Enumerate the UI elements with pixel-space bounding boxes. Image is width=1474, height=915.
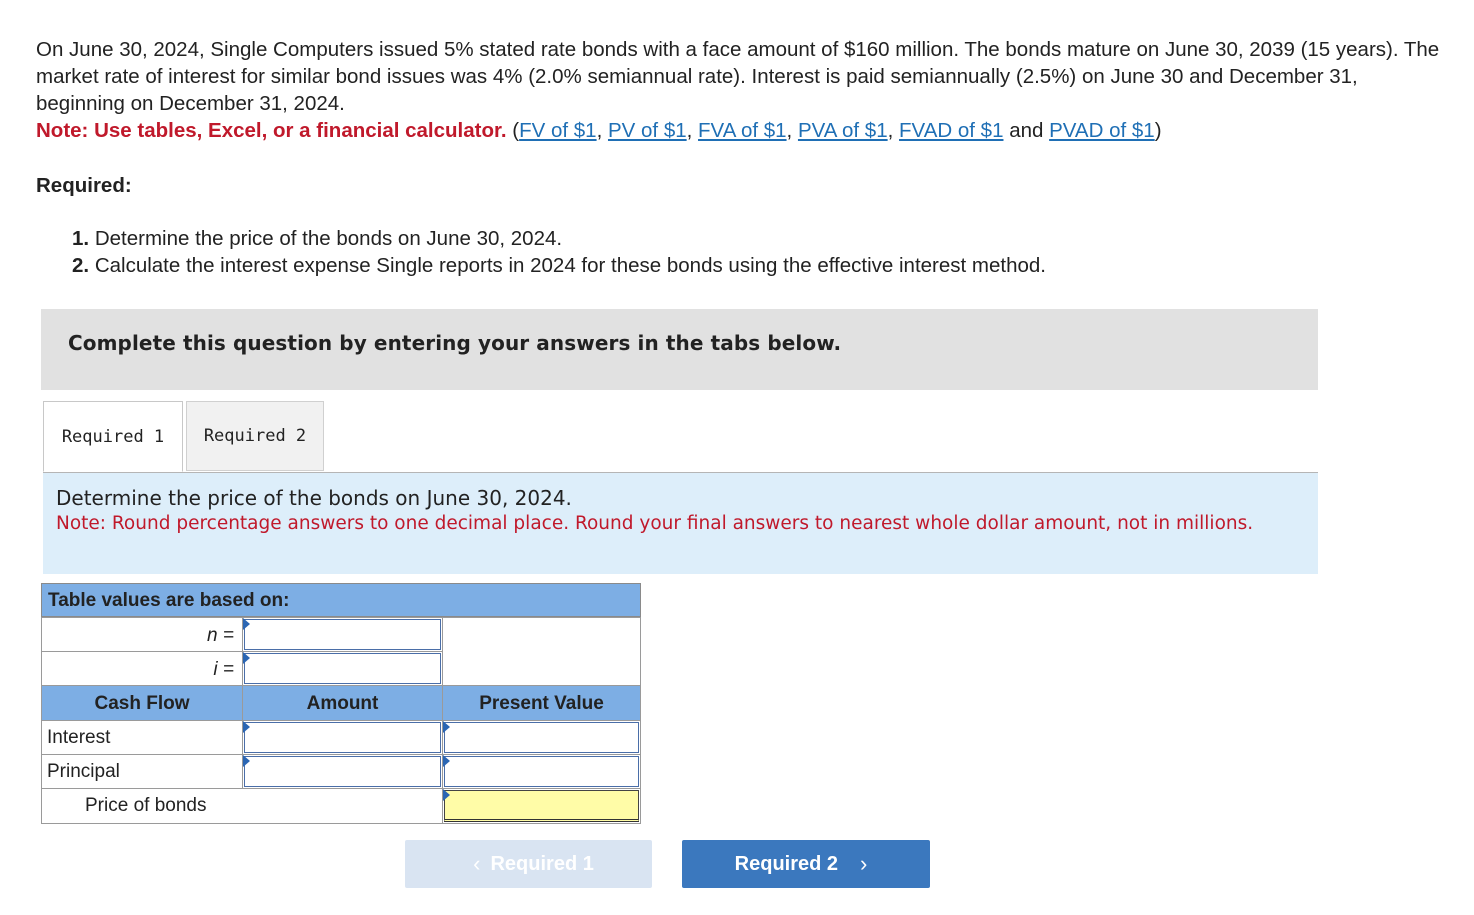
col-header-amount-text: Amount [306, 693, 379, 714]
chevron-left-icon: ‹ [473, 851, 481, 876]
link-fva-of-1[interactable]: FVA of $1 [698, 119, 787, 142]
input-marker-icon [243, 721, 250, 733]
n-label: n = [207, 625, 234, 646]
i-label: i = [213, 659, 234, 680]
prev-required-1-button[interactable]: ‹ Required 1 [405, 840, 652, 888]
input-marker-icon [243, 618, 250, 630]
panel-note: Note: Round percentage answers to one de… [56, 513, 1254, 534]
input-marker-icon [443, 755, 450, 767]
price-of-bonds-cell [442, 788, 641, 824]
n-input[interactable] [244, 619, 441, 650]
table-row-interest: Interest [41, 720, 243, 755]
interest-pv-cell [442, 720, 641, 755]
note-line: Note: Use tables, Excel, or a financial … [36, 117, 1446, 144]
tab-required-1[interactable]: Required 1 [43, 401, 183, 472]
link-fvad-of-1[interactable]: FVAD of $1 [899, 119, 1003, 142]
table-row-principal: Principal [41, 754, 243, 789]
table-row-price-of-bonds: Price of bonds [41, 788, 443, 824]
problem-statement: On June 30, 2024, Single Computers issue… [36, 36, 1446, 144]
question-panel: Determine the price of the bonds on June… [43, 473, 1318, 574]
row-label-price-of-bonds: Price of bonds [85, 795, 207, 816]
col-header-cash-flow: Cash Flow [41, 685, 243, 721]
interest-amount-cell [242, 720, 443, 755]
interest-amount-input[interactable] [244, 722, 441, 753]
interest-pv-input[interactable] [444, 722, 639, 753]
link-pvad-of-1[interactable]: PVAD of $1 [1049, 119, 1155, 142]
next-required-2-button[interactable]: Required 2 › [682, 840, 930, 888]
tab-required-2[interactable]: Required 2 [186, 401, 324, 471]
i-input-cell [242, 651, 443, 686]
problem-paragraph: On June 30, 2024, Single Computers issue… [36, 38, 1440, 115]
col-header-present-value: Present Value [442, 685, 641, 721]
required-list: 1. Determine the price of the bonds on J… [72, 225, 1046, 279]
n-input-cell [242, 617, 443, 652]
prev-button-label: Required 1 [490, 852, 594, 875]
input-marker-icon [243, 652, 250, 664]
principal-pv-input[interactable] [444, 756, 639, 787]
panel-question: Determine the price of the bonds on June… [56, 486, 572, 510]
n-i-blank-cell [442, 617, 641, 686]
input-marker-icon [443, 789, 450, 801]
principal-pv-cell [442, 754, 641, 789]
required-item-2: 2. Calculate the interest expense Single… [72, 254, 1046, 277]
col-header-present-value-text: Present Value [479, 693, 604, 714]
table-links: (FV of $1, PV of $1, FVA of $1, PVA of $… [512, 119, 1162, 142]
price-of-bonds-input[interactable] [444, 790, 639, 822]
required-heading: Required: [36, 174, 132, 197]
required-item-1: 1. Determine the price of the bonds on J… [72, 227, 563, 250]
principal-amount-input[interactable] [244, 756, 441, 787]
i-label-cell: i = [41, 651, 243, 686]
next-button-label: Required 2 [734, 852, 839, 875]
row-label-principal: Principal [47, 761, 120, 782]
instructions-text: Complete this question by entering your … [68, 331, 842, 355]
instructions-banner: Complete this question by entering your … [41, 309, 1318, 390]
row-label-interest: Interest [47, 727, 111, 748]
and-text: and [1009, 119, 1044, 142]
link-pva-of-1[interactable]: PVA of $1 [798, 119, 888, 142]
table-header: Table values are based on: [41, 583, 641, 617]
table-header-text: Table values are based on: [48, 590, 290, 611]
link-pv-of-1[interactable]: PV of $1 [608, 119, 687, 142]
chevron-right-icon: › [860, 851, 868, 876]
link-fv-of-1[interactable]: FV of $1 [519, 119, 597, 142]
note-label: Note: Use tables, Excel, or a financial … [36, 119, 507, 142]
i-input[interactable] [244, 653, 441, 684]
input-marker-icon [443, 721, 450, 733]
col-header-cash-flow-text: Cash Flow [94, 693, 190, 714]
input-marker-icon [243, 755, 250, 767]
principal-amount-cell [242, 754, 443, 789]
n-label-cell: n = [41, 617, 243, 652]
col-header-amount: Amount [242, 685, 443, 721]
tab-bar: Required 1 Required 2 [43, 401, 1318, 473]
